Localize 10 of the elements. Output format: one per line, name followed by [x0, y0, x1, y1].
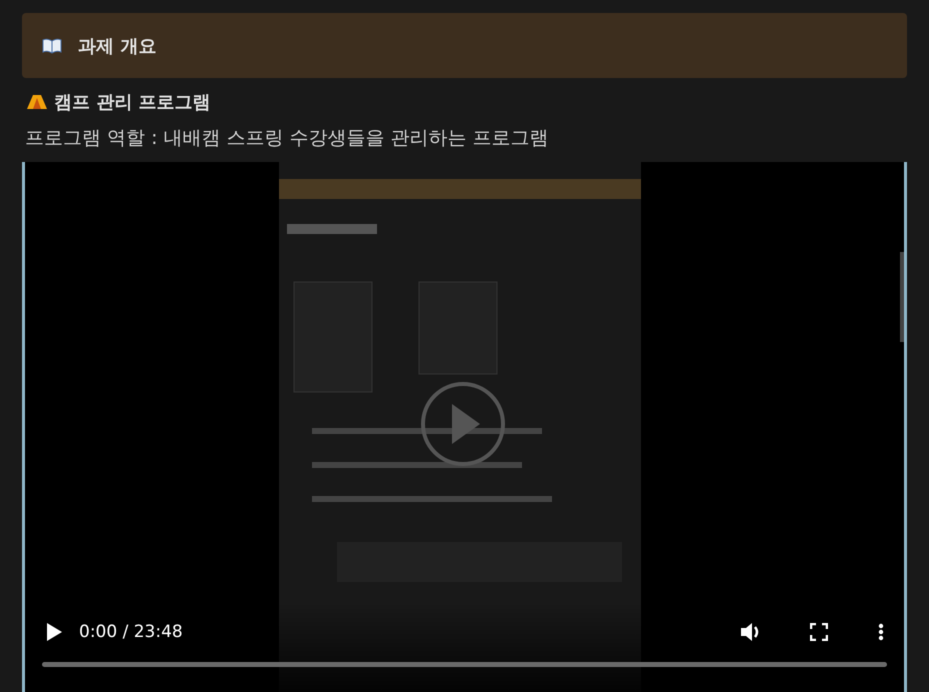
book-icon — [42, 38, 62, 54]
play-icon — [45, 622, 63, 642]
paragraph: 프로그램 역할 : 내배캠 스프링 수강생들을 관리하는 프로그램 — [25, 126, 550, 151]
heading: 캠프 관리 프로그램 — [54, 91, 211, 114]
tent-icon — [26, 94, 48, 110]
more-icon — [878, 623, 884, 641]
time-display: 0:00 / 23:48 — [79, 622, 183, 642]
video-player[interactable]: 0:00 / 23:48 — [22, 162, 907, 692]
callout-title: 과제 개요 — [78, 34, 156, 58]
fullscreen-icon — [810, 623, 828, 641]
